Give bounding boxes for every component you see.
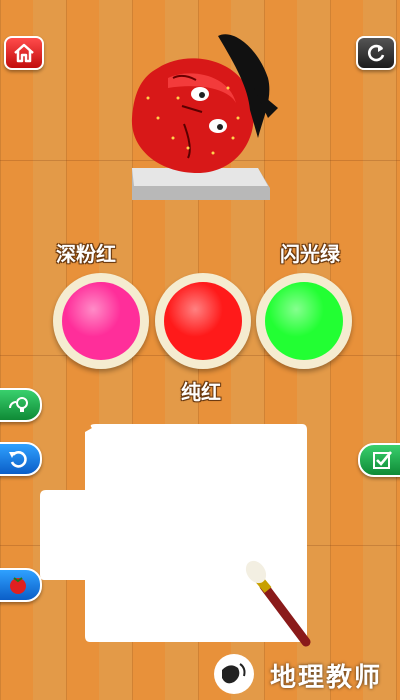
lightbulb-icon bbox=[9, 397, 28, 412]
globe-logo-icon bbox=[214, 654, 254, 694]
color-label-right: 闪光绿 bbox=[280, 242, 340, 266]
undo-icon bbox=[9, 451, 27, 468]
paint-blob-green bbox=[265, 282, 343, 360]
deep-pink-swatch[interactable] bbox=[53, 273, 149, 369]
undo-button[interactable] bbox=[0, 442, 42, 476]
restart-button[interactable] bbox=[356, 36, 396, 70]
checkmark-icon bbox=[373, 451, 392, 469]
hint-button[interactable] bbox=[0, 388, 42, 422]
pure-red-swatch[interactable] bbox=[155, 273, 251, 369]
paintbrush-icon[interactable] bbox=[244, 558, 314, 648]
paint-blob-red bbox=[164, 282, 242, 360]
strawberry-target-model bbox=[131, 34, 278, 200]
color-label-left: 深粉红 bbox=[56, 242, 116, 266]
reference-button[interactable] bbox=[0, 568, 42, 602]
home-button[interactable] bbox=[4, 36, 44, 70]
done-button[interactable] bbox=[358, 443, 400, 477]
refresh-icon bbox=[368, 44, 385, 62]
strawberry-icon bbox=[10, 577, 26, 594]
watermark-text: 地理教师 bbox=[269, 663, 382, 693]
flash-green-swatch[interactable] bbox=[256, 273, 352, 369]
home-icon bbox=[14, 43, 34, 63]
color-label-middle: 纯红 bbox=[181, 380, 221, 404]
paint-blob-pink bbox=[62, 282, 140, 360]
